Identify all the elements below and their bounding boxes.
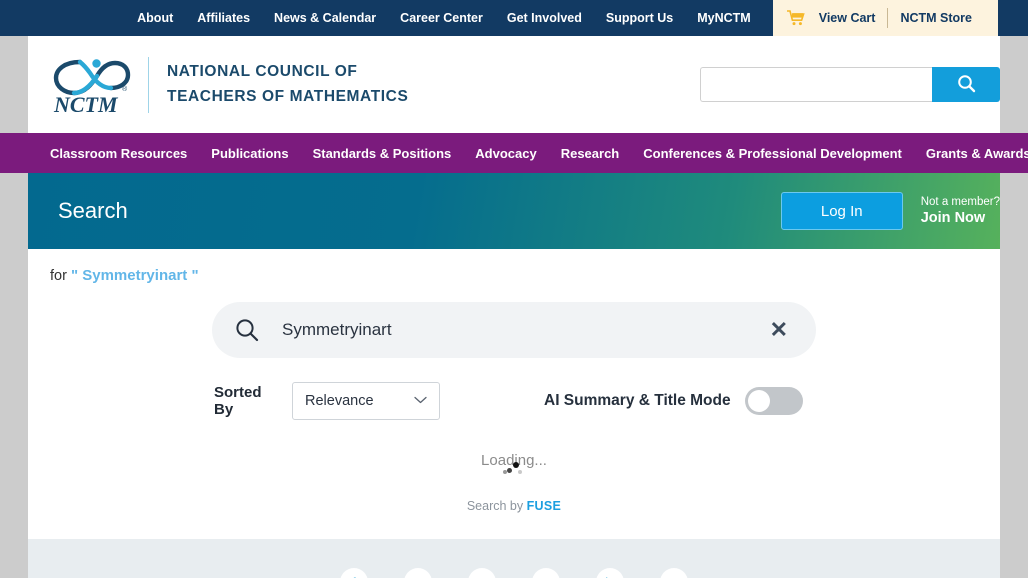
search-results-area: for " Symmetryinart " ✕ SortedBy Relevan… bbox=[28, 249, 1000, 539]
topnav-item-affiliates[interactable]: Affiliates bbox=[185, 0, 262, 36]
top-utility-nav: About Affiliates News & Calendar Career … bbox=[125, 0, 763, 36]
nav-item-standards-positions[interactable]: Standards & Positions bbox=[301, 146, 464, 161]
nctm-logo-mark: NCTM ® bbox=[50, 54, 134, 117]
sort-by-select[interactable]: Relevance bbox=[292, 382, 440, 420]
nav-item-research[interactable]: Research bbox=[549, 146, 632, 161]
ai-summary-mode-toggle[interactable] bbox=[744, 387, 803, 415]
header-search-button[interactable] bbox=[932, 67, 1000, 102]
main-navigation: Classroom Resources Publications Standar… bbox=[0, 133, 1028, 173]
search-icon bbox=[957, 74, 976, 96]
logo-wordmark-line1: NATIONAL COUNCIL OF bbox=[167, 63, 358, 81]
nav-item-grants-awards[interactable]: Grants & Awards bbox=[914, 146, 1028, 161]
topnav-item-support-us[interactable]: Support Us bbox=[594, 0, 685, 36]
topnav-item-about[interactable]: About bbox=[125, 0, 185, 36]
search-bar[interactable]: ✕ bbox=[212, 302, 816, 358]
search-input[interactable] bbox=[282, 320, 766, 340]
top-utility-bar: About Affiliates News & Calendar Career … bbox=[0, 0, 1028, 36]
nav-item-advocacy[interactable]: Advocacy bbox=[463, 146, 548, 161]
pinterest-icon[interactable]: p bbox=[660, 568, 688, 578]
search-icon bbox=[234, 317, 260, 343]
loading-indicator: Loading... bbox=[212, 452, 816, 476]
nav-item-classroom-resources[interactable]: Classroom Resources bbox=[38, 146, 199, 161]
logo-wordmark: NATIONAL COUNCIL OF TEACHERS OF MATHEMAT… bbox=[167, 60, 408, 108]
shopping-cart-icon bbox=[786, 10, 805, 26]
page-hero: Search Log In Not a member? Join Now bbox=[28, 173, 1000, 249]
facebook-icon[interactable]: f bbox=[340, 568, 368, 578]
site-header: NCTM ® NATIONAL COUNCIL OF TEACHERS OF M… bbox=[28, 36, 1000, 133]
site-footer: f t ▶ ◎ in p bbox=[28, 539, 1000, 578]
sort-by-value: Relevance bbox=[305, 393, 374, 409]
search-for-line: for " Symmetryinart " bbox=[28, 249, 1000, 284]
topnav-item-get-involved[interactable]: Get Involved bbox=[495, 0, 594, 36]
join-now-block: Not a member? Join Now bbox=[921, 195, 1000, 228]
results-controls: Sorted By Relevance AI Summary & Title Mo… bbox=[212, 382, 816, 420]
nctm-store-link[interactable]: NCTM Store bbox=[888, 11, 984, 25]
topnav-item-news-calendar[interactable]: News & Calendar bbox=[262, 0, 388, 36]
footer-social-icons: f t ▶ ◎ in p bbox=[28, 568, 1000, 578]
fuse-search-widget: ✕ SortedBy Relevance AI Summary & Title … bbox=[212, 302, 816, 476]
svg-text:®: ® bbox=[122, 85, 128, 93]
fuse-brand-label: FUSE bbox=[526, 499, 562, 513]
chevron-down-icon bbox=[414, 395, 427, 407]
page-title: Search bbox=[58, 198, 128, 223]
ai-summary-mode-control: AI Summary & Title Mode bbox=[544, 387, 803, 415]
cart-store-box: View Cart NCTM Store bbox=[772, 0, 998, 36]
youtube-icon[interactable]: ▶ bbox=[468, 568, 496, 578]
log-in-button[interactable]: Log In bbox=[780, 192, 903, 230]
topnav-item-career-center[interactable]: Career Center bbox=[388, 0, 495, 36]
spinner-icon bbox=[503, 462, 525, 476]
view-cart-link[interactable]: View Cart bbox=[807, 11, 888, 25]
nav-item-publications[interactable]: Publications bbox=[199, 146, 300, 161]
instagram-icon[interactable]: ◎ bbox=[532, 568, 560, 578]
ai-summary-mode-label: AI Summary & Title Mode bbox=[544, 392, 731, 409]
search-for-term: " Symmetryinart " bbox=[70, 267, 199, 284]
twitter-icon[interactable]: t bbox=[404, 568, 432, 578]
logo-divider bbox=[148, 56, 149, 113]
search-for-prefix: for bbox=[50, 268, 67, 284]
toggle-knob bbox=[747, 390, 770, 412]
fuse-attribution: Search by FUSE bbox=[28, 499, 1000, 513]
topnav-item-mynctm[interactable]: MyNCTM bbox=[685, 0, 762, 36]
not-a-member-label: Not a member? bbox=[920, 195, 1000, 208]
join-now-link[interactable]: Join Now bbox=[921, 209, 1000, 227]
sorted-by-label: Sorted By bbox=[214, 383, 262, 418]
header-search bbox=[700, 67, 1000, 102]
hero-account-area: Log In Not a member? Join Now bbox=[780, 192, 1000, 230]
logo-wordmark-line2: TEACHERS OF MATHEMATICS bbox=[167, 87, 409, 105]
nav-item-conferences-professional-development[interactable]: Conferences & Professional Development bbox=[631, 146, 914, 161]
close-icon[interactable]: ✕ bbox=[766, 315, 792, 345]
header-search-input[interactable] bbox=[700, 67, 932, 102]
linkedin-icon[interactable]: in bbox=[596, 568, 624, 578]
site-logo[interactable]: NCTM ® NATIONAL COUNCIL OF TEACHERS OF M… bbox=[50, 54, 408, 117]
nctm-logo-acronym: NCTM bbox=[53, 92, 119, 116]
fuse-attribution-prefix: Search by bbox=[466, 499, 524, 513]
